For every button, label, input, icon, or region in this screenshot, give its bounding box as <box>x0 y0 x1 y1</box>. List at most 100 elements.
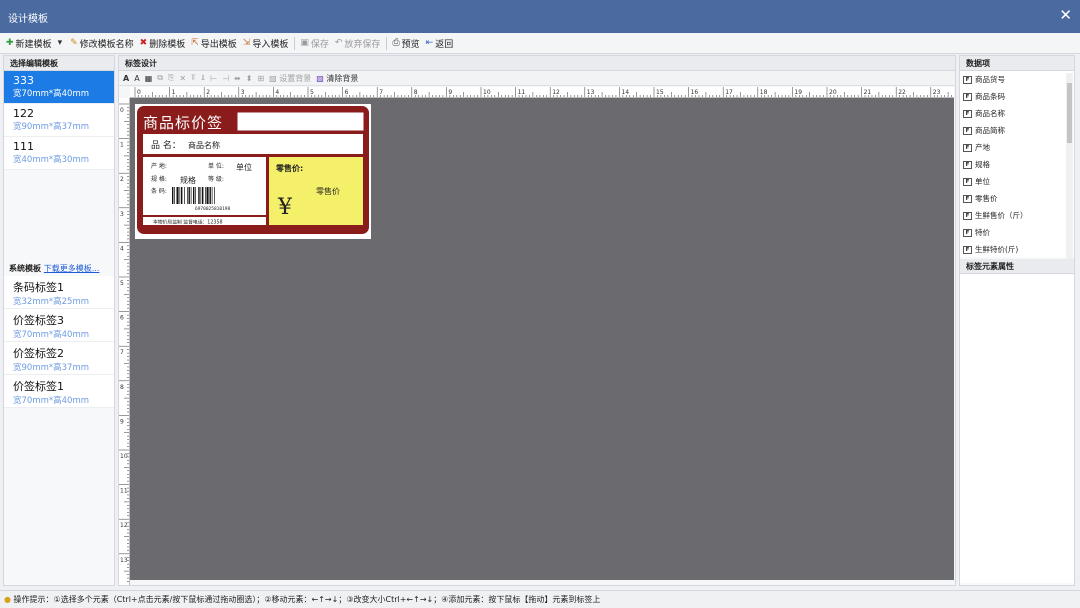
bold-font-icon[interactable]: A <box>123 74 129 83</box>
edit-icon: ✎ <box>70 38 78 48</box>
template-name: 价签标签3 <box>13 314 64 327</box>
grade-label[interactable]: 等 级: <box>208 175 224 183</box>
label-title[interactable]: 商品标价签 <box>143 114 223 132</box>
align-right-icon[interactable]: ⊣ <box>222 74 229 83</box>
copy-icon[interactable]: ⧉ <box>157 73 163 83</box>
toolbar-undo-button[interactable]: ↶ 放弃保存 <box>335 37 381 50</box>
template-size: 宽70mm*高40mm <box>13 396 90 406</box>
currency-symbol[interactable]: ¥ <box>277 195 293 220</box>
ruler-label: 0 <box>137 89 141 96</box>
clear-background-button[interactable]: ▨ 清除背景 <box>316 73 358 84</box>
toolbar-dropdown-button[interactable]: ▾ <box>58 38 65 48</box>
barcode-bar <box>195 187 196 204</box>
ruler-label: 18 <box>760 89 768 96</box>
template-item[interactable]: 122 宽90mm*高37mm <box>4 104 114 137</box>
field-icon: F <box>963 109 972 118</box>
footer-text[interactable]: 本物价局监制 监督电话：12358 <box>153 219 223 226</box>
ruler-label: 13 <box>587 89 595 96</box>
ruler-label: 0 <box>120 107 124 114</box>
font-size-icon[interactable]: A <box>134 74 139 83</box>
label-title-box[interactable] <box>237 112 364 131</box>
name-label[interactable]: 品 名： <box>151 139 181 151</box>
close-icon[interactable]: ✕ <box>1059 6 1072 24</box>
field-icon: F <box>963 92 972 101</box>
barcode-bar <box>214 187 215 204</box>
toolbar-label: 导出模板 <box>200 39 237 50</box>
data-field-item[interactable]: F 商品货号 <box>960 71 1074 88</box>
main-toolbar: ✚ 新建模板 ▾ ✎ 修改模板名称 ✖ 删除模板 ⇱ 导出模板 ⇲ 导入模板 ▣ 保存 ↶ 放弃保存 ⎙ 预览 ⇤… <box>0 33 1080 54</box>
align-left-icon[interactable]: ⊢ <box>210 74 217 83</box>
align-bottom-icon[interactable]: ⫫ <box>201 73 206 83</box>
price-tag-label[interactable]: 商品标价签 品 名： 商品名称 产 地: 单 位: 单位 规 格: 规格 等 级… <box>135 104 371 239</box>
data-field-item[interactable]: F 产地 <box>960 139 1074 156</box>
data-field-item[interactable]: F 商品条码 <box>960 88 1074 105</box>
field-icon: F <box>963 160 972 169</box>
barcode-label[interactable]: 条 码: <box>151 187 167 195</box>
data-field-item[interactable]: F 特价 <box>960 224 1074 241</box>
return-icon: ⇤ <box>425 38 434 48</box>
data-field-scrollbar[interactable] <box>1066 73 1073 259</box>
data-field-label: 单位 <box>975 177 990 186</box>
field-icon: F <box>963 75 972 84</box>
template-item[interactable]: 111 宽40mm*高30mm <box>4 137 114 170</box>
image-icon[interactable]: ▦ <box>145 74 153 83</box>
toolbar-delete-button[interactable]: ✖ 删除模板 <box>140 37 186 50</box>
toolbar-return-button[interactable]: ⇤ 返回 <box>426 37 454 50</box>
ruler-label: 8 <box>414 89 418 96</box>
toolbar-import-button[interactable]: ⇲ 导入模板 <box>243 37 289 50</box>
same-height-icon[interactable]: ⬍ <box>246 74 253 83</box>
origin-label[interactable]: 产 地: <box>151 162 167 170</box>
price-value[interactable]: 零售价 <box>316 186 340 196</box>
scrollbar-thumb[interactable] <box>1067 83 1072 143</box>
data-field-item[interactable]: F 规格 <box>960 156 1074 173</box>
toolbar-plus-button[interactable]: ✚ 新建模板 <box>6 37 52 50</box>
data-field-item[interactable]: F 单位 <box>960 173 1074 190</box>
template-size: 宽40mm*高30mm <box>13 155 90 165</box>
unit-label[interactable]: 单 位: <box>208 162 224 170</box>
data-field-item[interactable]: F 商品名称 <box>960 105 1074 122</box>
barcode-graphic[interactable] <box>172 187 215 204</box>
data-field-item[interactable]: F 生鲜特价(斤) <box>960 241 1074 257</box>
align-top-icon[interactable]: ⫪ <box>191 73 196 83</box>
ruler-label: 4 <box>120 245 124 252</box>
spec-label[interactable]: 规 格: <box>151 175 167 183</box>
template-name: 条码标签1 <box>13 281 64 294</box>
field-icon: F <box>963 143 972 152</box>
data-fields-header: 数据项 <box>960 56 1074 71</box>
toolbar-print-button[interactable]: ⎙ 预览 <box>392 37 419 50</box>
data-field-item[interactable]: F 商品简称 <box>960 122 1074 139</box>
unit-value[interactable]: 单位 <box>236 162 252 172</box>
data-fields-panel: 数据项 F 商品货号 F 商品条码 F 商品名称 F 商品简称 F 产地 F 规格 F 单位 F 零售价 F 生鲜… <box>959 55 1075 586</box>
toolbar-save-button[interactable]: ▣ 保存 <box>300 37 329 50</box>
template-item[interactable]: 价签标签3 宽70mm*高40mm <box>4 309 114 342</box>
barcode-bar <box>172 187 174 204</box>
ruler-label: 16 <box>691 89 699 96</box>
spec-value[interactable]: 规格 <box>180 175 196 185</box>
template-item[interactable]: 价签标签2 宽90mm*高37mm <box>4 342 114 375</box>
barcode-bar <box>184 187 185 204</box>
toolbar-edit-button[interactable]: ✎ 修改模板名称 <box>70 37 134 50</box>
ruler-label: 2 <box>120 176 124 183</box>
paste-icon[interactable]: ⎘ <box>168 73 174 83</box>
data-field-label: 商品简称 <box>975 126 1005 135</box>
element-properties-area <box>960 274 1074 583</box>
set-background-button[interactable]: ▧ 设置背景 <box>269 73 311 84</box>
name-value[interactable]: 商品名称 <box>188 140 220 150</box>
template-item[interactable]: 条码标签1 宽32mm*高25mm <box>4 276 114 309</box>
data-field-item[interactable]: F 零售价 <box>960 190 1074 207</box>
canvas-work-area[interactable]: 商品标价签 品 名： 商品名称 产 地: 单 位: 单位 规 格: 规格 等 级… <box>130 98 954 580</box>
template-item[interactable]: 333 宽70mm*高40mm <box>4 71 114 104</box>
ruler-label: 22 <box>898 89 906 96</box>
price-label[interactable]: 零售价: <box>275 163 303 173</box>
template-name: 111 <box>13 140 34 153</box>
download-more-link[interactable]: 下载更多模板... <box>44 264 100 273</box>
barcode-bar <box>209 187 211 204</box>
data-field-item[interactable]: F 生鲜售价（斤） <box>960 207 1074 224</box>
delete-icon[interactable]: ✕ <box>179 74 186 83</box>
same-size-icon[interactable]: ⊞ <box>257 74 264 83</box>
set-background-label: 设置背景 <box>279 73 312 83</box>
ruler-label: 8 <box>120 384 124 391</box>
template-item[interactable]: 价签标签1 宽70mm*高40mm <box>4 375 114 408</box>
toolbar-export-button[interactable]: ⇱ 导出模板 <box>191 37 237 50</box>
same-width-icon[interactable]: ⬌ <box>234 74 241 83</box>
